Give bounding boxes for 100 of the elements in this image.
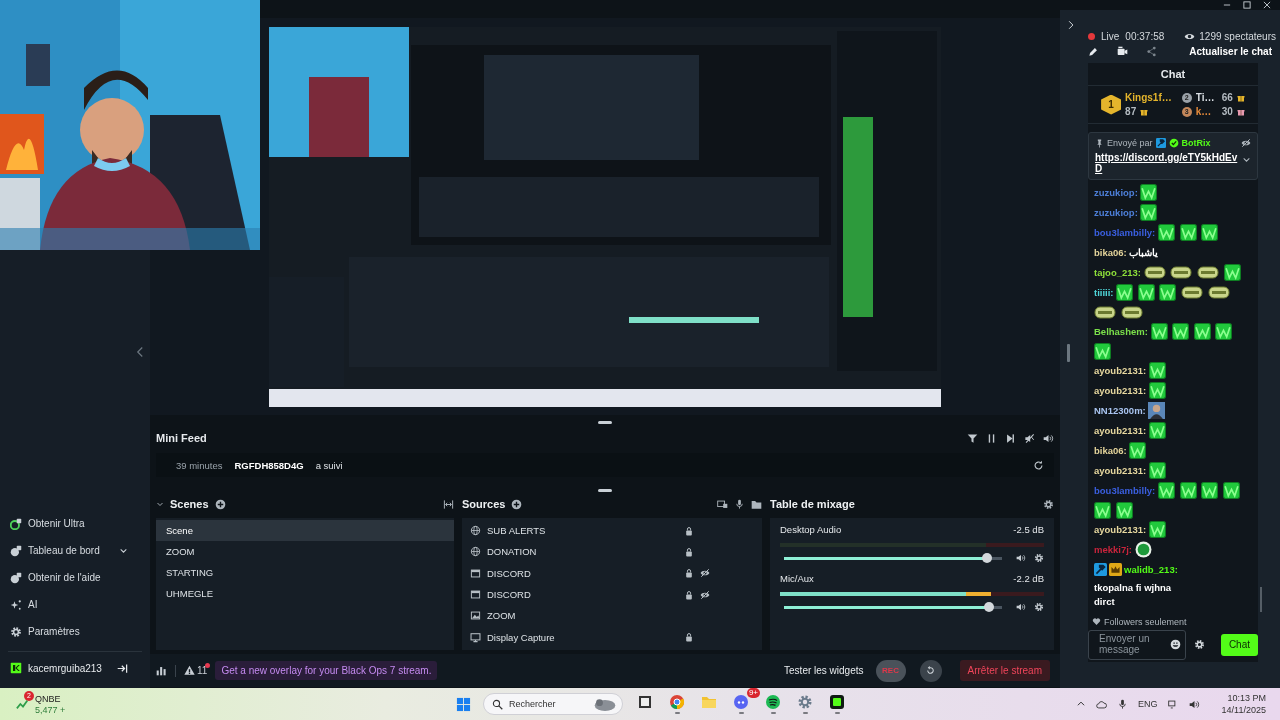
app-icon[interactable] [829, 694, 845, 710]
sidebar-item[interactable]: Obtenir de l'aide [0, 564, 150, 591]
folder-icon[interactable] [751, 498, 762, 510]
volume-icon[interactable] [1016, 553, 1026, 563]
chat-username[interactable]: zuzukiop: [1094, 206, 1138, 218]
chevron-up-icon[interactable] [1076, 699, 1087, 709]
promo-banner[interactable]: Get a new overlay for your Black Ops 7 stream. [215, 661, 438, 680]
send-chat-button[interactable]: Chat [1220, 633, 1258, 656]
chat-username[interactable]: tajoo_213: [1094, 266, 1141, 278]
lock-icon[interactable] [684, 589, 694, 600]
chevron-right-icon[interactable] [1066, 20, 1076, 30]
drag-handle[interactable] [598, 421, 612, 424]
scrollbar[interactable] [1260, 586, 1262, 612]
scene-item[interactable]: UHMEGLE [156, 583, 454, 604]
sidebar-item[interactable]: Obtenir Ultra [0, 510, 150, 537]
volume-slider[interactable] [784, 556, 1002, 560]
logout-icon[interactable] [117, 662, 128, 674]
sidebar-item[interactable]: Paramètres [0, 618, 150, 645]
chat-username[interactable]: zuzukiop: [1094, 187, 1138, 198]
share-icon[interactable] [1146, 46, 1157, 57]
music-app-icon[interactable] [765, 694, 781, 710]
microphone-icon[interactable] [734, 498, 745, 510]
lock-icon[interactable] [684, 525, 694, 536]
warning-icon[interactable] [184, 665, 195, 676]
chat-username[interactable]: ayoub2131: [1094, 364, 1147, 376]
source-item[interactable]: DISCORD [487, 567, 678, 579]
stop-stream-button[interactable]: Arrêter le stream [959, 660, 1050, 681]
volume-slider[interactable] [784, 605, 1002, 609]
maximize-icon[interactable] [1242, 0, 1252, 10]
volume-icon[interactable] [1188, 698, 1200, 710]
refresh-icon[interactable] [1033, 459, 1044, 471]
scene-item[interactable]: STARTING [156, 562, 454, 583]
volume-icon[interactable] [1043, 432, 1054, 444]
filter-icon[interactable] [967, 432, 978, 444]
burger-emote-icon [1181, 285, 1204, 299]
chat-app-icon[interactable] [733, 694, 749, 710]
dual-screen-icon[interactable] [717, 498, 728, 510]
window-icon [470, 567, 481, 579]
eye-off-icon[interactable] [700, 589, 710, 600]
eye-off-icon[interactable] [700, 568, 710, 579]
chat-username[interactable]: Belhashem: [1094, 325, 1148, 337]
refresh-chat-button[interactable]: Actualiser le chat [1189, 46, 1272, 57]
avatar-emote-icon [1148, 401, 1166, 419]
cloud-icon[interactable] [1096, 698, 1108, 710]
discord-link[interactable]: https://discord.gg/eTY5kHdEvD [1095, 152, 1242, 174]
scene-item[interactable]: Scene [156, 520, 454, 541]
volume-icon[interactable] [1016, 602, 1026, 612]
chevron-down-icon[interactable] [119, 546, 128, 555]
chat-username[interactable]: bika06: [1094, 246, 1127, 258]
lock-icon[interactable] [684, 568, 694, 579]
add-icon[interactable] [511, 498, 523, 510]
files-icon[interactable] [637, 694, 653, 710]
lock-icon[interactable] [684, 632, 694, 643]
source-item[interactable]: ZOOM [487, 610, 678, 622]
clock[interactable]: 10:13 PM 14/11/2025 [1221, 693, 1266, 715]
browser-icon[interactable] [669, 694, 685, 710]
source-item[interactable]: DISCORD [487, 589, 678, 601]
account-name[interactable]: kacemrguiba213 [28, 662, 111, 674]
chat-username[interactable]: walidb_213: [1124, 563, 1178, 575]
test-widgets-button[interactable]: Tester les widgets [784, 665, 864, 676]
pause-icon[interactable] [986, 432, 997, 444]
chevron-down-icon[interactable] [1242, 155, 1251, 164]
skip-icon[interactable] [1005, 432, 1016, 444]
pencil-icon[interactable] [1088, 46, 1099, 57]
chat-username[interactable]: ayoub2131: [1094, 464, 1147, 476]
mute-icon[interactable] [1024, 432, 1035, 444]
microphone-icon[interactable] [1117, 698, 1129, 710]
scene-item[interactable]: ZOOM [156, 541, 454, 562]
source-item[interactable]: DONATION [487, 546, 678, 558]
source-item[interactable]: Display Capture [487, 631, 678, 643]
source-item[interactable]: SUB ALERTS [487, 525, 678, 537]
add-icon[interactable] [214, 498, 226, 510]
video-camera-icon[interactable] [1117, 46, 1128, 57]
language-indicator[interactable]: ENG [1138, 699, 1158, 709]
sidebar-item[interactable]: AI [0, 591, 150, 618]
drag-handle[interactable] [598, 489, 612, 492]
close-icon[interactable] [1262, 0, 1272, 10]
notification-dot [205, 663, 211, 668]
transition-icon[interactable] [443, 498, 454, 510]
chat-username[interactable]: tiiiii: [1094, 286, 1114, 298]
emoji-icon[interactable] [1170, 639, 1181, 651]
chat-username[interactable]: bika06: [1094, 444, 1127, 456]
resize-handle[interactable] [1067, 344, 1070, 362]
network-icon[interactable] [1167, 698, 1179, 710]
crown-badge-icon [1109, 562, 1122, 576]
chat-username[interactable]: ayoub2131: [1094, 424, 1147, 436]
stats-icon[interactable] [156, 665, 167, 676]
settings-icon[interactable] [1043, 498, 1054, 510]
chat-username[interactable]: ayoub2131: [1094, 384, 1147, 396]
taskbar-search-field[interactable]: Rechercher [483, 693, 623, 715]
sidebar-item[interactable]: Tableau de bord [0, 537, 150, 564]
message-input[interactable]: Envoyer un message [1088, 629, 1186, 660]
leader-count: 87 [1125, 106, 1137, 117]
settings-icon[interactable] [1034, 602, 1044, 612]
replay-button[interactable] [919, 659, 942, 682]
start-icon[interactable] [456, 696, 471, 712]
chat-username[interactable]: NN12300m: [1094, 404, 1146, 416]
lock-icon[interactable] [684, 546, 694, 557]
settings-icon[interactable] [1034, 553, 1044, 563]
chat-username[interactable]: ayoub2131: [1094, 523, 1147, 535]
